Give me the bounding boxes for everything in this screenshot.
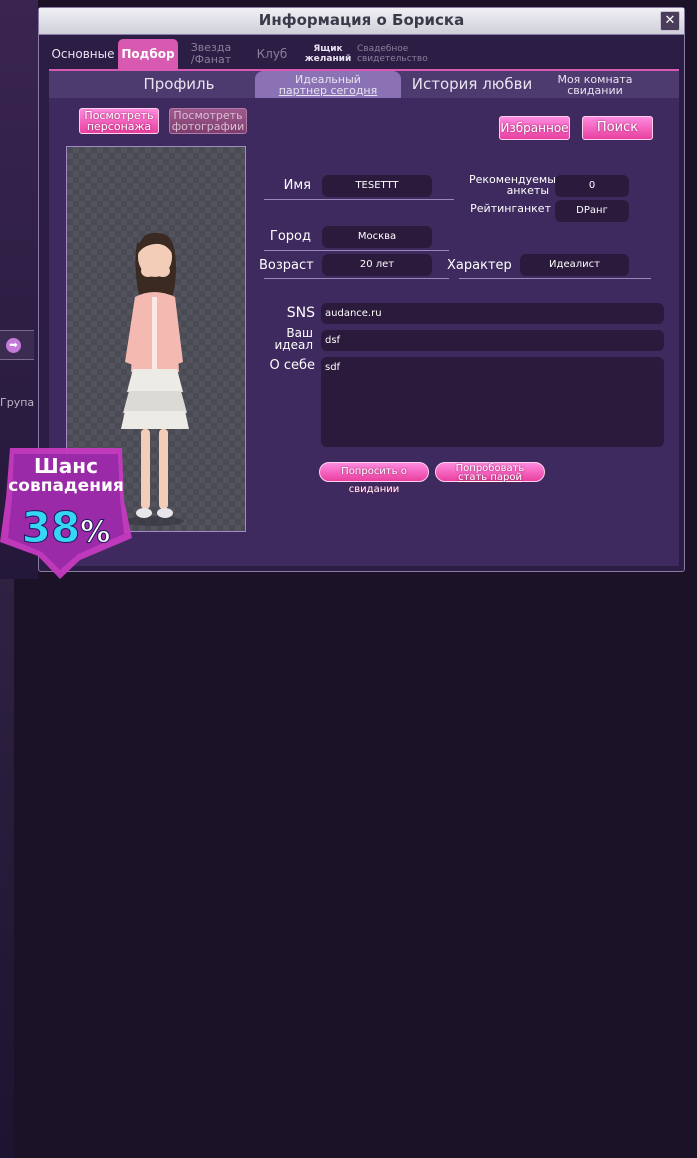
background-right-panel — [0, 579, 14, 1158]
character-underline — [459, 278, 651, 279]
tab-wedding-certificate[interactable]: Свадебное свидетельство — [357, 39, 443, 69]
match-chance-badge: Шанс совпадения 38% — [0, 448, 132, 579]
tab-star-fan[interactable]: Звезда/Фанат — [181, 39, 241, 69]
window-title: Информация о Бориска — [258, 11, 465, 29]
age-value: 20 лет — [322, 254, 432, 276]
character-value: Идеалист — [520, 254, 629, 276]
try-couple-button[interactable]: Попробовать стать парой — [435, 462, 545, 483]
subtab-profile[interactable]: Профиль — [119, 71, 239, 99]
name-underline — [264, 199, 454, 200]
about-label: О себе — [269, 358, 315, 373]
tab-matching[interactable]: Подбор — [118, 39, 178, 69]
city-value: Москва — [322, 226, 432, 248]
ask-date-button[interactable]: Попросить о свидании — [319, 462, 429, 495]
close-icon: ✕ — [664, 13, 676, 28]
main-tabs: Основные Подбор Звезда/Фанат Клуб Ящик же… — [49, 39, 679, 69]
subtab-love-history[interactable]: История любви — [407, 71, 537, 99]
age-underline — [264, 278, 449, 279]
city-underline — [264, 250, 449, 251]
about-field[interactable]: sdf — [321, 357, 664, 447]
tab-basic[interactable]: Основные — [49, 39, 117, 69]
recommended-label: Рекомендуемые анкеты — [469, 173, 563, 197]
name-value: TESETTT — [322, 175, 432, 197]
view-character-button[interactable]: Посмотреть персонажа — [79, 108, 159, 134]
recommended-value: 0 — [555, 175, 629, 197]
window-titlebar[interactable]: Информация о Бориска ✕ — [39, 8, 684, 35]
character-label: Характер — [447, 258, 512, 273]
rating-label: Рейтинганкет — [470, 202, 551, 215]
ideal-label: Ваш идеал — [274, 326, 313, 352]
arrow-icon: ➡ — [6, 338, 21, 353]
age-label: Возраст — [259, 258, 314, 273]
rating-value: DРанг — [555, 200, 629, 222]
search-button[interactable]: Поиск — [582, 116, 653, 140]
sns-label: SNS — [286, 305, 315, 321]
subtab-my-date-room[interactable]: Моя комната свидании — [543, 71, 647, 99]
match-chance-title: Шанс совпадения — [8, 454, 124, 496]
match-chance-percent: 38% — [21, 503, 111, 552]
profile-info-window: Информация о Бориска ✕ Основные Подбор З… — [38, 7, 685, 572]
view-photos-button[interactable]: Посмотреть фотографии — [169, 108, 247, 134]
tab-club[interactable]: Клуб — [247, 39, 297, 69]
ideal-field[interactable]: dsf — [321, 330, 664, 351]
background-group-label: Група — [0, 396, 35, 409]
profile-content: Посмотреть персонажа Посмотреть фотографии… — [49, 98, 679, 566]
name-label: Имя — [283, 178, 311, 193]
close-button[interactable]: ✕ — [660, 11, 680, 31]
sub-tabs: Профиль Идеальный партнер сегодня История… — [49, 69, 679, 99]
city-label: Город — [269, 229, 311, 244]
tab-wishbox[interactable]: Ящик желаний — [303, 39, 353, 69]
favorites-button[interactable]: Избранное — [499, 116, 570, 140]
subtab-ideal-partner[interactable]: Идеальный партнер сегодня — [255, 71, 401, 99]
sns-field[interactable]: audance.ru — [321, 303, 664, 324]
background-side-button[interactable]: ➡ — [0, 330, 34, 360]
